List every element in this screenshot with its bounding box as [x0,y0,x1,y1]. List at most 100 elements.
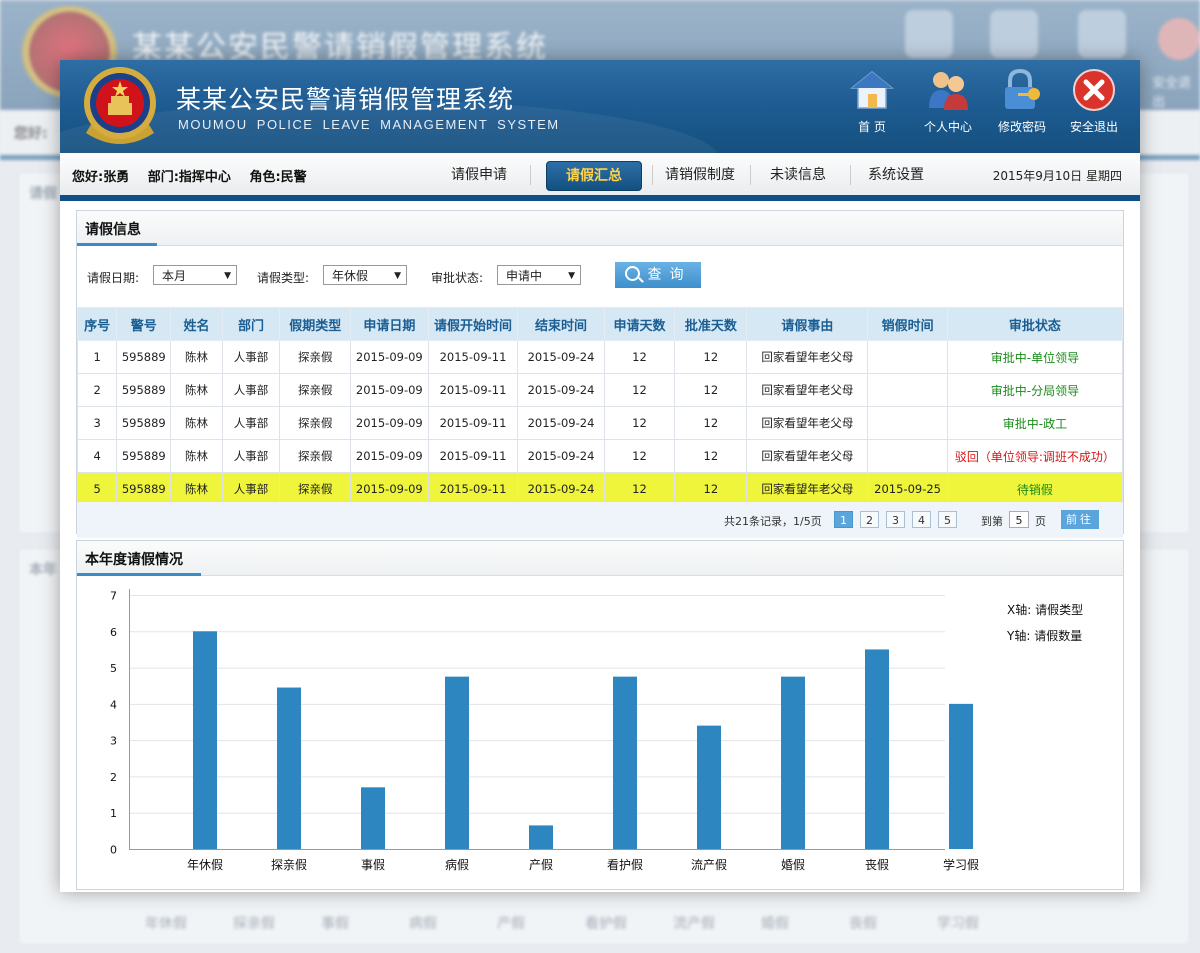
cell-apply-date: 2015-09-09 [349,406,429,440]
background-close-icon [1158,18,1200,60]
column-header-department: 部门 [221,307,281,341]
y-tick-label: 1 [110,807,117,820]
cell-end-date: 2015-09-24 [517,373,605,407]
personal-center-button[interactable]: 个人中心 [916,66,980,146]
cell-leave-type: 探亲假 [279,340,351,374]
bar [361,787,385,849]
cell-name: 陈林 [170,373,223,407]
police-emblem-icon [84,67,156,144]
table-row[interactable]: 4 595889 陈林 人事部 探亲假 2015-09-09 2015-09-11 2015-… [76,439,1124,473]
nav-leave-policy[interactable]: 请销假制度 [658,161,742,189]
x-tick-label: 婚假 [781,858,805,872]
goto-button[interactable]: 前往 [1061,510,1099,529]
current-date: 2015年9月10日 星期四 [992,169,1122,183]
bar [193,631,217,849]
nav-bar: 您好:张勇 部门:指挥中心 角色:民警 请假申请 请假汇总 请销假制度 未读信息… [60,153,1140,201]
cell-requested-days: 12 [603,373,676,407]
x-tick-label: 丧假 [865,858,889,872]
background-panel-2-title: 本年 [29,562,57,578]
bar [865,649,889,849]
personal-center-label: 个人中心 [923,120,972,134]
x-tick-label: 年休假 [187,858,223,872]
nav-leave-summary[interactable]: 请假汇总 [546,161,642,191]
column-header-requested-days: 申请天数 [603,307,676,341]
cell-index: 2 [76,373,118,407]
column-header-index: 序号 [76,307,118,341]
nav-system-settings[interactable]: 系统设置 [858,161,934,189]
chevron-down-icon: ▼ [224,271,231,281]
x-tick-label: 产假 [529,858,553,872]
cell-approval-status: 审批中-政工 [946,406,1124,440]
nav-unread-messages[interactable]: 未读信息 [760,161,836,189]
home-icon [850,71,894,109]
background-home-icon [905,10,953,58]
bar [613,676,637,849]
page-button-5[interactable]: 5 [938,511,957,528]
app-title: 某某公安民警请销假管理系统 [176,85,515,114]
change-password-button[interactable]: 修改密码 [990,66,1054,146]
y-tick-label: 2 [110,771,117,784]
cell-leave-type: 探亲假 [279,439,351,473]
leave-info-panel: 请假信息 请假日期: 本月 ▼ 请假类型: 年休假 ▼ 审批状态: 申请中 ▼ 查询 … [76,210,1124,538]
nav-leave-apply[interactable]: 请假申请 [440,161,518,189]
cell-reason: 回家看望年老父母 [746,439,869,473]
bar [697,725,721,849]
cell-approved-days: 12 [674,340,748,374]
column-header-apply-date: 申请日期 [349,307,429,341]
page-button-4[interactable]: 4 [912,511,931,528]
y-tick-label: 4 [110,698,117,711]
y-tick-label: 5 [110,662,117,675]
pagination: 共21条记录，1/5页 12345 到第 5 页 前往 [77,501,1123,538]
bar [949,703,973,849]
cell-reason: 回家看望年老父母 [746,340,869,374]
background-category-label: 学习假 [937,916,979,932]
goto-page-suffix: 页 [1035,515,1046,528]
cell-start-date: 2015-09-11 [427,406,519,440]
cell-approval-status: 审批中-分局领导 [946,373,1124,407]
date-filter-label: 请假日期: [87,271,140,285]
cell-department: 人事部 [221,439,281,473]
cell-return-date [867,406,948,440]
x-tick-label: 病假 [445,857,469,872]
column-header-return-date: 销假时间 [867,307,948,341]
cell-end-date: 2015-09-24 [517,340,605,374]
y-tick-label: 3 [110,735,117,748]
cell-apply-date: 2015-09-09 [349,373,429,407]
page-button-3[interactable]: 3 [886,511,905,528]
table-row[interactable]: 1 595889 陈林 人事部 探亲假 2015-09-09 2015-09-11 2015-… [76,340,1124,374]
type-filter-select[interactable]: 年休假 ▼ [323,265,407,285]
cell-name: 陈林 [170,340,223,374]
user-greeting: 您好:张勇 [72,170,130,185]
background-category-label: 年休假 [145,916,187,932]
user-role: 角色:民警 [249,170,307,185]
background-greeting: 您好: [14,126,48,142]
cell-department: 人事部 [221,406,281,440]
home-button[interactable]: 首 页 [840,66,904,146]
lock-key-icon [1005,68,1040,109]
status-filter-select[interactable]: 申请中 ▼ [497,265,581,285]
date-filter-select[interactable]: 本月 ▼ [153,265,237,285]
bar [277,687,301,849]
chevron-down-icon: ▼ [394,271,401,281]
search-icon [624,266,640,281]
table-row[interactable]: 2 595889 陈林 人事部 探亲假 2015-09-09 2015-09-11 2015-… [76,373,1124,407]
table-header-row: 序号 警号 姓名 部门 假期类型 申请日期 请假开始时间 结束时间 申请天数 批准天数 请假事由 销假… [76,307,1124,341]
leave-info-header: 请假信息 [77,211,1123,246]
cell-index: 1 [76,340,118,374]
background-category-label: 探亲假 [233,916,275,932]
cell-leave-type: 探亲假 [279,373,351,407]
table-row[interactable]: 3 595889 陈林 人事部 探亲假 2015-09-09 2015-09-11 2015-… [76,406,1124,440]
background-category-label: 病假 [409,916,437,932]
goto-page-input[interactable]: 5 [1009,511,1029,528]
page-button-2[interactable]: 2 [860,511,879,528]
cell-apply-date: 2015-09-09 [349,439,429,473]
close-icon [1073,69,1115,111]
cell-return-date [867,340,948,374]
query-button[interactable]: 查询 [615,262,701,288]
pagination-info: 共21条记录，1/5页 [724,515,822,528]
page-button-1[interactable]: 1 [834,511,853,528]
cell-return-date [867,373,948,407]
logout-button[interactable]: 安全退出 [1062,66,1126,146]
cell-badge-no: 595889 [116,373,172,407]
cell-reason: 回家看望年老父母 [746,373,869,407]
